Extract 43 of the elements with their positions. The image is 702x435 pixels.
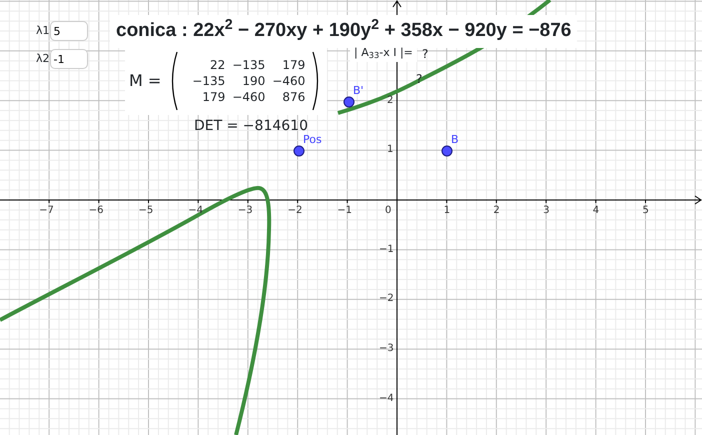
axis-tick-label: 4 (592, 206, 600, 216)
axis-tick-label: −1 (337, 206, 352, 216)
input-label: λ1 (36, 22, 50, 39)
axis-tick-label: −4 (379, 394, 394, 404)
axis-tick-label: 1 (444, 206, 450, 216)
matrix-entry: 190 (241, 73, 266, 89)
axis-tick-label: 3 (543, 206, 550, 216)
axis-tick-label: 2 (387, 96, 394, 106)
matrix-name: M = (129, 70, 162, 92)
matrix-entry: −460 (271, 73, 306, 89)
axis-tick-label: −3 (379, 344, 394, 354)
axis-tick-label: −7 (39, 206, 54, 216)
axis-tick-label: 2 (493, 206, 500, 216)
point[interactable] (294, 146, 304, 156)
axis-tick-label: −5 (138, 206, 154, 216)
point[interactable] (442, 146, 452, 156)
input-label: λ2 (36, 50, 50, 67)
eigen-text: | A$_{33}$-x I |= (350, 45, 417, 62)
matrix-entry: 179 (201, 89, 226, 105)
equation-text: conica : 22x$^{2}$ − 270xy + 190y$^{2}$ + 358x − 920y = −876 (110, 15, 578, 48)
matrix-entry: −460 (231, 89, 266, 105)
axis-tick-label: −2 (288, 206, 302, 216)
axis-tick-label: 0 (385, 206, 392, 216)
matrix-entry: −135 (191, 73, 226, 89)
axis-tick-label: −3 (238, 206, 253, 216)
matrix-entry: 22 (209, 57, 226, 73)
axis-tick-label: −6 (88, 206, 104, 216)
point-label: B (451, 132, 459, 148)
axis-tick-label: 5 (642, 206, 649, 216)
matrix-entry: −135 (231, 57, 266, 73)
point[interactable] (344, 96, 354, 108)
axis-tick-label: −1 (379, 244, 394, 255)
input-field[interactable]: -1 (50, 49, 88, 69)
point-label: Pos (303, 132, 322, 148)
point-label: B' (353, 83, 364, 99)
axis-tick-label: −2 (379, 294, 394, 304)
determinant-text: DET = −814610 (194, 117, 308, 135)
matrix-entry: 876 (281, 89, 306, 105)
matrix-entry: 179 (281, 57, 306, 73)
eigen-value: ? (422, 46, 428, 63)
axis-tick-label: −4 (188, 206, 203, 216)
input-field[interactable]: 5 (50, 21, 88, 41)
axis-tick-label: 1 (387, 145, 394, 156)
